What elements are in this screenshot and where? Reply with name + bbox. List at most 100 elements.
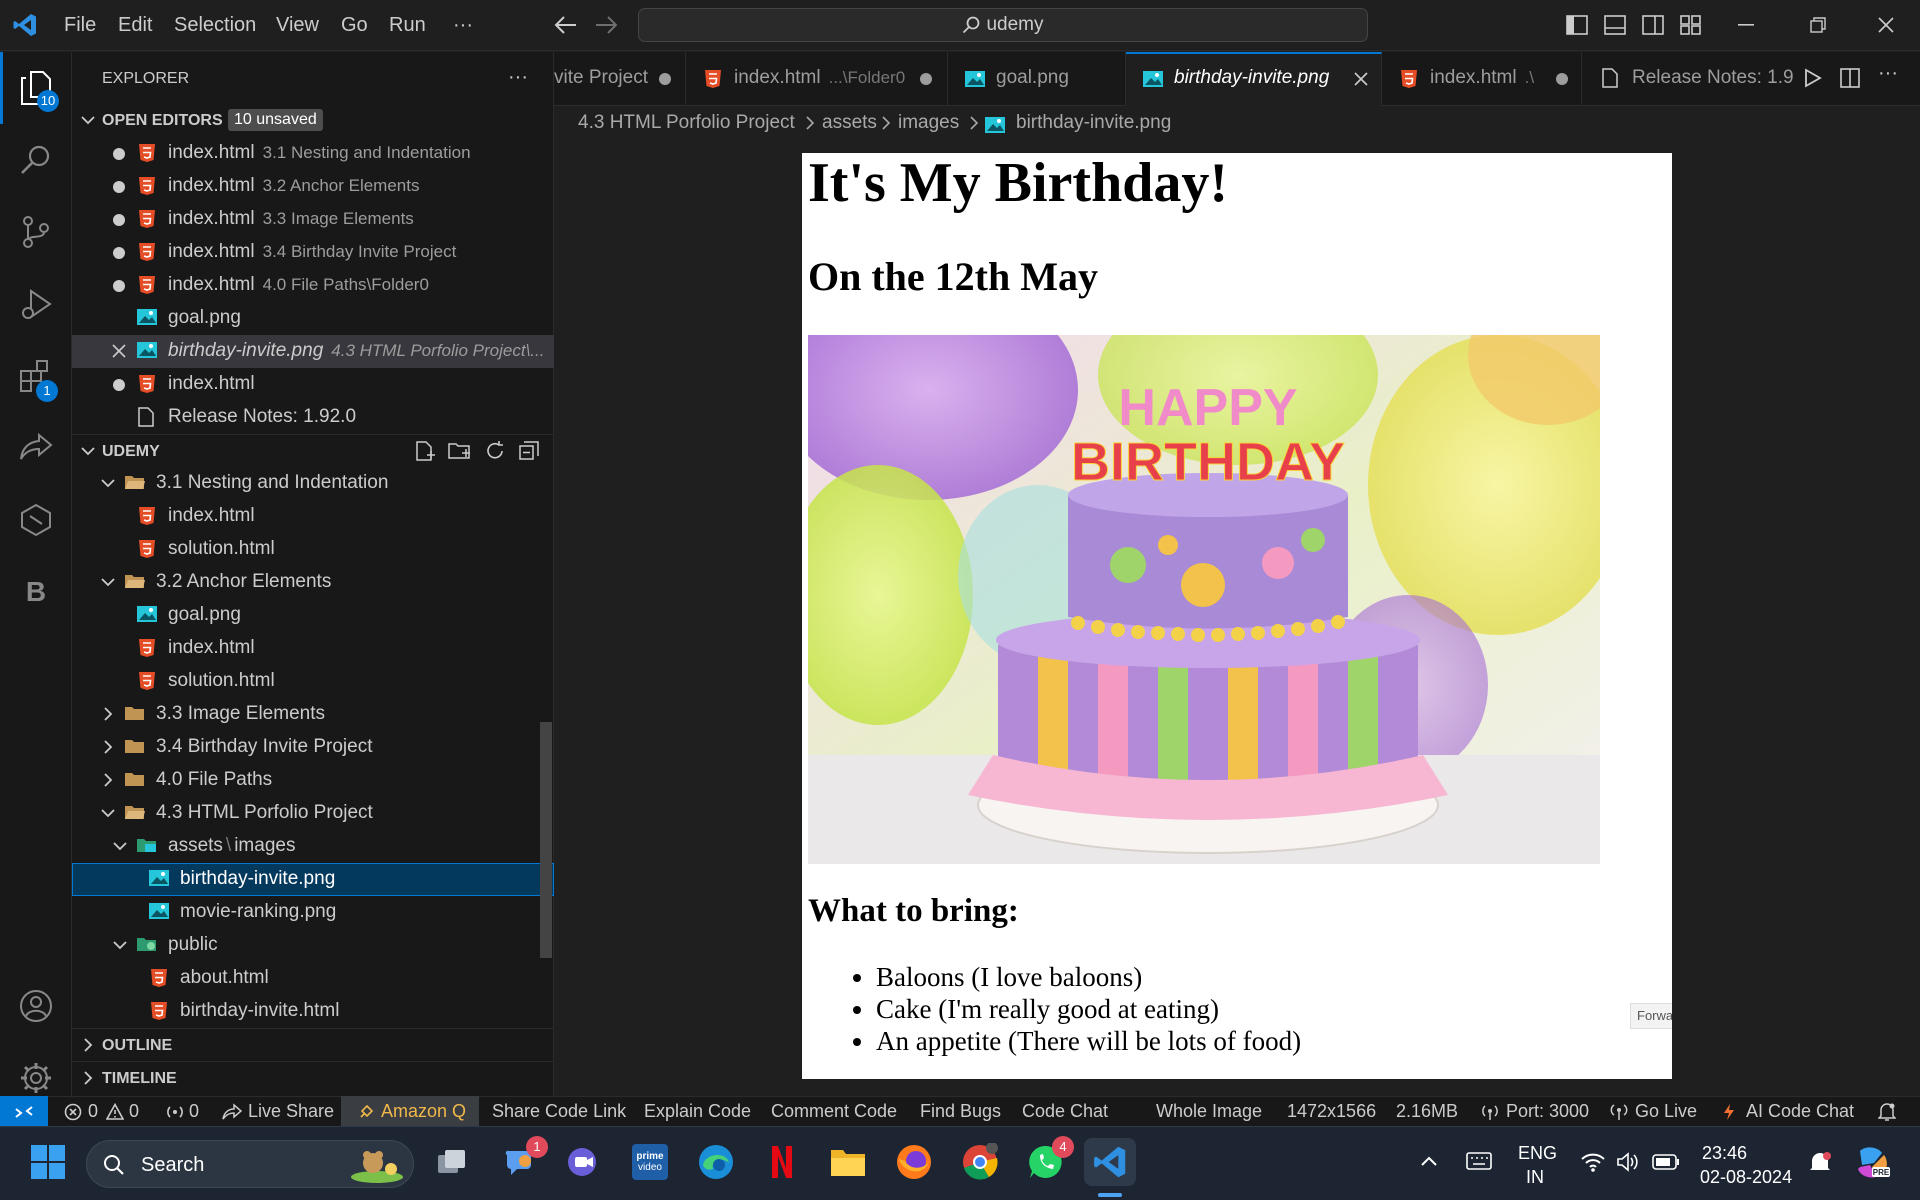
language-region[interactable]: IN bbox=[1526, 1167, 1544, 1188]
open-editor-item[interactable]: index.html 3.1 Nesting and Indentation bbox=[72, 137, 554, 170]
notification-icon[interactable] bbox=[1808, 1151, 1832, 1175]
breadcrumb-item[interactable]: 4.3 HTML Porfolio Project bbox=[578, 112, 795, 134]
tree-folder[interactable]: assets \ images bbox=[72, 830, 554, 863]
accounts-icon[interactable] bbox=[0, 970, 72, 1042]
notifications-bell-icon[interactable] bbox=[1878, 1102, 1896, 1122]
tree-folder[interactable]: public bbox=[72, 929, 554, 962]
keyboard-icon[interactable] bbox=[1466, 1151, 1492, 1171]
tab-goal[interactable]: goal.png bbox=[948, 52, 1126, 106]
explain-code[interactable]: Explain Code bbox=[644, 1101, 751, 1122]
open-editor-item-active[interactable]: birthday-invite.png 4.3 HTML Porfolio Pro… bbox=[72, 335, 554, 368]
source-control-icon[interactable] bbox=[0, 196, 72, 268]
clock-time[interactable]: 23:46 bbox=[1702, 1143, 1747, 1164]
open-editor-item[interactable]: index.html 3.4 Birthday Invite Project bbox=[72, 236, 554, 269]
explorer-icon[interactable]: 10 bbox=[0, 52, 72, 124]
wifi-icon[interactable] bbox=[1580, 1151, 1606, 1173]
workspace-header[interactable]: UDEMY bbox=[72, 434, 554, 467]
close-window-icon[interactable] bbox=[1878, 17, 1894, 33]
vscode-taskbar-icon[interactable] bbox=[1084, 1138, 1136, 1186]
breadcrumb-item[interactable]: birthday-invite.png bbox=[1016, 112, 1171, 134]
toggle-panel-icon[interactable] bbox=[1604, 15, 1626, 35]
teams-chat-icon[interactable]: 1 bbox=[496, 1136, 548, 1186]
timeline-header[interactable]: TIMELINE bbox=[72, 1061, 554, 1094]
tree-folder[interactable]: 3.1 Nesting and Indentation bbox=[72, 467, 554, 500]
open-editors-header[interactable]: OPEN EDITORS 10 unsaved bbox=[72, 104, 554, 137]
windows-start-icon[interactable] bbox=[24, 1138, 72, 1186]
editor-more-icon[interactable]: ··· bbox=[1878, 62, 1898, 85]
chrome-icon[interactable] bbox=[956, 1138, 1004, 1186]
run-debug-icon[interactable] bbox=[0, 268, 72, 340]
menu-file[interactable]: File bbox=[64, 0, 96, 51]
meet-icon[interactable] bbox=[560, 1138, 608, 1186]
whole-image[interactable]: Whole Image bbox=[1156, 1101, 1262, 1122]
restore-icon[interactable] bbox=[1810, 17, 1826, 33]
collapse-all-icon[interactable] bbox=[518, 440, 540, 462]
tree-file[interactable]: about.html bbox=[72, 962, 554, 995]
tree-file[interactable]: index.html bbox=[72, 632, 554, 665]
menu-selection[interactable]: Selection bbox=[174, 0, 256, 51]
find-bugs[interactable]: Find Bugs bbox=[920, 1101, 1001, 1122]
forward-arrow-icon[interactable] bbox=[594, 14, 618, 36]
extension-b-icon[interactable]: B bbox=[0, 556, 72, 628]
language-code[interactable]: ENG bbox=[1518, 1143, 1557, 1164]
volume-icon[interactable] bbox=[1616, 1151, 1640, 1173]
menu-run[interactable]: Run bbox=[389, 0, 426, 51]
copilot-icon[interactable]: PRE bbox=[1852, 1143, 1892, 1183]
search-view-icon[interactable] bbox=[0, 124, 72, 196]
taskbar-search[interactable]: Search bbox=[86, 1140, 414, 1188]
whatsapp-icon[interactable]: 4 bbox=[1022, 1136, 1074, 1186]
battery-icon[interactable] bbox=[1652, 1153, 1680, 1171]
go-live[interactable]: Go Live bbox=[1635, 1101, 1697, 1122]
menu-edit[interactable]: Edit bbox=[118, 0, 152, 51]
open-editor-item[interactable]: index.html 3.3 Image Elements bbox=[72, 203, 554, 236]
amazon-q-icon[interactable] bbox=[0, 484, 72, 556]
new-file-icon[interactable] bbox=[414, 440, 436, 462]
share-code-link[interactable]: Share Code Link bbox=[492, 1101, 626, 1122]
toggle-sidebar-icon[interactable] bbox=[1566, 15, 1588, 35]
open-editor-item[interactable]: index.html bbox=[72, 368, 554, 401]
refresh-icon[interactable] bbox=[484, 440, 506, 462]
port-status[interactable]: Port: 3000 bbox=[1506, 1101, 1589, 1122]
live-share-status[interactable]: Live Share bbox=[248, 1101, 334, 1122]
tree-file[interactable]: birthday-invite.html bbox=[72, 995, 554, 1028]
back-arrow-icon[interactable] bbox=[554, 14, 578, 36]
close-editor-icon[interactable] bbox=[112, 344, 126, 358]
ai-code-chat[interactable]: AI Code Chat bbox=[1746, 1101, 1854, 1122]
ports-count[interactable]: 0 bbox=[189, 1101, 199, 1122]
minimize-icon[interactable] bbox=[1738, 24, 1754, 26]
remote-indicator-icon[interactable] bbox=[0, 1096, 48, 1127]
chevron-up-icon[interactable] bbox=[1420, 1155, 1438, 1167]
tree-file[interactable]: index.html bbox=[72, 500, 554, 533]
breadcrumb-item[interactable]: images bbox=[898, 112, 959, 134]
tree-file[interactable]: movie-ranking.png bbox=[72, 896, 554, 929]
menu-go[interactable]: Go bbox=[341, 0, 368, 51]
file-explorer-icon[interactable] bbox=[824, 1138, 872, 1186]
open-editor-item[interactable]: Release Notes: 1.92.0 bbox=[72, 401, 554, 434]
code-chat[interactable]: Code Chat bbox=[1022, 1101, 1108, 1122]
explorer-more-icon[interactable]: ··· bbox=[508, 66, 528, 89]
tab-index-folder0[interactable]: index.html ...\Folder0 bbox=[686, 52, 948, 106]
command-center-search[interactable]: udemy bbox=[638, 8, 1368, 42]
firefox-icon[interactable] bbox=[890, 1138, 938, 1186]
outline-header[interactable]: OUTLINE bbox=[72, 1028, 554, 1061]
live-share-icon[interactable] bbox=[0, 412, 72, 484]
clock-date[interactable]: 02-08-2024 bbox=[1700, 1167, 1792, 1188]
open-editor-item[interactable]: index.html 4.0 File Paths\Folder0 bbox=[72, 269, 554, 302]
menu-more[interactable]: ··· bbox=[453, 0, 473, 51]
error-count[interactable]: 0 bbox=[88, 1101, 98, 1122]
extensions-icon[interactable]: 1 bbox=[0, 340, 72, 412]
amazon-q-status[interactable]: Amazon Q bbox=[341, 1096, 479, 1127]
tree-folder[interactable]: 3.4 Birthday Invite Project bbox=[72, 731, 554, 764]
netflix-icon[interactable] bbox=[758, 1138, 806, 1186]
open-editor-item[interactable]: goal.png bbox=[72, 302, 554, 335]
tab-index[interactable]: index.html .\ bbox=[1382, 52, 1582, 106]
run-file-icon[interactable] bbox=[1804, 68, 1822, 88]
comment-code[interactable]: Comment Code bbox=[771, 1101, 897, 1122]
new-folder-icon[interactable] bbox=[448, 440, 472, 462]
tree-file[interactable]: solution.html bbox=[72, 665, 554, 698]
open-editor-item[interactable]: index.html 3.2 Anchor Elements bbox=[72, 170, 554, 203]
sidebar-scrollbar[interactable] bbox=[540, 722, 552, 958]
tree-file[interactable]: goal.png bbox=[72, 599, 554, 632]
close-tab-icon[interactable] bbox=[1354, 72, 1368, 86]
split-editor-icon[interactable] bbox=[1840, 68, 1860, 88]
